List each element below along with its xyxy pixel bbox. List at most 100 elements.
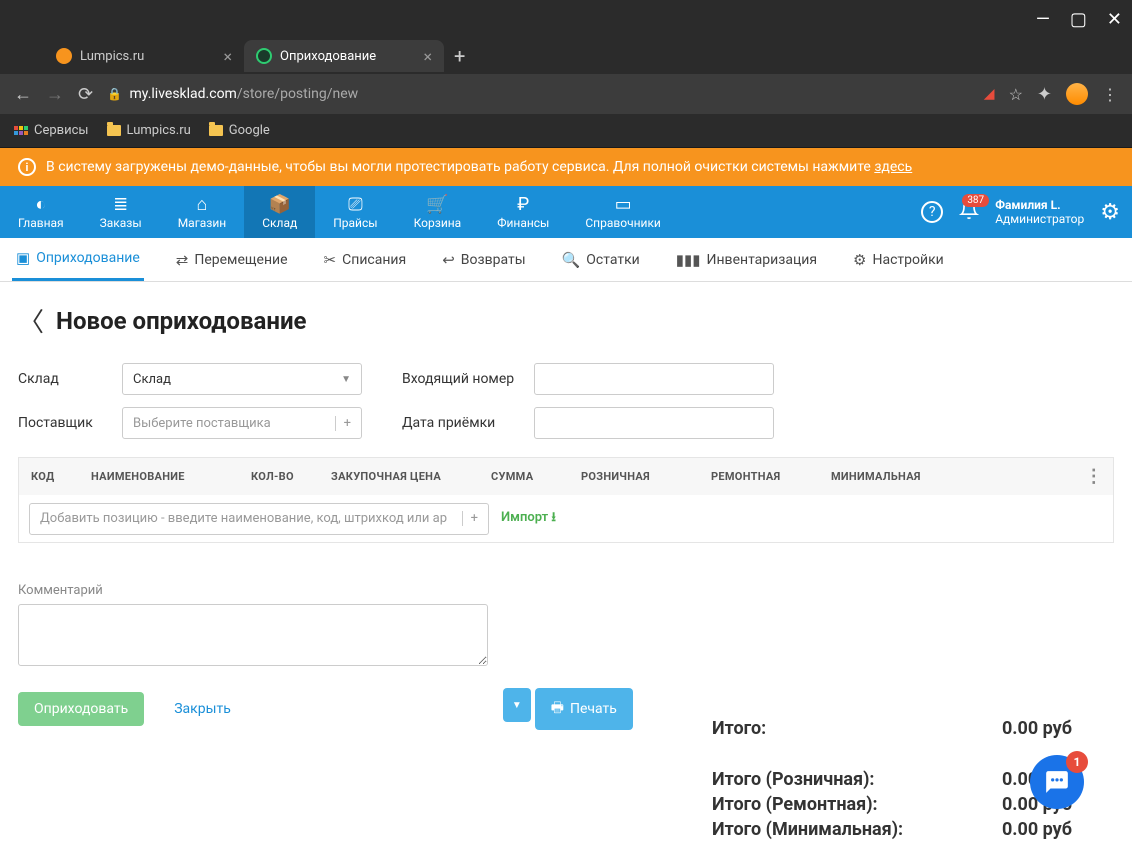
- date-input[interactable]: [534, 407, 774, 439]
- browser-tabs: Lumpics.ru × Оприходование × +: [0, 38, 1132, 74]
- page-title: Новое оприходование: [56, 307, 307, 335]
- total-value: 0.00 руб: [1002, 718, 1072, 739]
- total-label: Итого:: [712, 718, 766, 739]
- subnav-inventory[interactable]: ▮▮▮Инвентаризация: [672, 238, 821, 281]
- date-label: Дата приёмки: [402, 415, 518, 431]
- th-code: КОД: [19, 470, 79, 483]
- help-button[interactable]: ?: [921, 201, 943, 223]
- nav-reference[interactable]: ▭Справочники: [567, 186, 679, 238]
- subnav-posting[interactable]: ▣Оприходование: [12, 238, 144, 281]
- info-icon: i: [18, 158, 36, 176]
- submit-button[interactable]: Оприходовать: [18, 692, 144, 726]
- tag-icon: ⎚: [348, 194, 362, 214]
- nav-warehouse[interactable]: 📦Склад: [244, 186, 315, 238]
- close-window-button[interactable]: ✕: [1107, 9, 1122, 30]
- lock-icon: 🔒: [107, 87, 122, 101]
- nav-store[interactable]: ⌂Магазин: [160, 186, 245, 238]
- box-icon: 📦: [269, 194, 291, 214]
- th-min: МИНИМАЛЬНАЯ: [819, 470, 949, 483]
- nav-orders[interactable]: ≣Заказы: [82, 186, 160, 238]
- tab-title: Lumpics.ru: [80, 49, 144, 64]
- subnav-returns[interactable]: ↩Возвраты: [438, 238, 529, 281]
- tab-favicon: [256, 48, 272, 64]
- forward-button[interactable]: →: [46, 84, 64, 105]
- print-button[interactable]: 🖶Печать: [535, 688, 633, 730]
- scissors-icon: ✂: [324, 251, 337, 269]
- return-icon: ↩: [442, 251, 455, 269]
- notifications-button[interactable]: 387: [959, 200, 979, 225]
- clear-demo-link[interactable]: здесь: [874, 159, 912, 175]
- th-name: НАИМЕНОВАНИЕ: [79, 470, 239, 483]
- settings-icon[interactable]: ⚙: [1100, 200, 1120, 225]
- tab-title: Оприходование: [280, 49, 376, 64]
- minimize-button[interactable]: —: [1036, 9, 1050, 30]
- th-retail: РОЗНИЧНАЯ: [569, 470, 699, 483]
- import-button[interactable]: Импорт ⭳: [501, 508, 556, 530]
- totals-panel: Итого: 0.00 руб Итого (Розничная):0.00 р…: [712, 718, 1072, 844]
- tab-close-icon[interactable]: ×: [423, 47, 432, 66]
- extension-icon[interactable]: ◢: [984, 86, 995, 102]
- cart-icon: 🛒: [426, 194, 448, 214]
- folder-icon: [107, 125, 121, 136]
- bookmark-google[interactable]: Google: [209, 123, 270, 138]
- url-display[interactable]: 🔒 my.livesklad.com/store/posting/new: [107, 86, 970, 102]
- demo-data-notice: i В систему загружены демо-данные, чтобы…: [0, 148, 1132, 186]
- incoming-number-input[interactable]: [534, 363, 774, 395]
- print-dropdown-button[interactable]: ▼: [503, 688, 531, 722]
- nav-cart[interactable]: 🛒Корзина: [396, 186, 480, 238]
- profile-avatar[interactable]: [1066, 83, 1088, 105]
- back-button[interactable]: ←: [14, 84, 32, 105]
- bookmark-star-icon[interactable]: ☆: [1009, 85, 1023, 104]
- add-row: Добавить позицию - введите наименование,…: [18, 495, 1114, 543]
- table-more-button[interactable]: ⋮: [1075, 466, 1113, 487]
- th-purchase: ЗАКУПОЧНАЯ ЦЕНА: [319, 470, 479, 483]
- list-icon: ≣: [113, 194, 128, 214]
- book-icon: ▭: [615, 194, 632, 214]
- tab-lumpics[interactable]: Lumpics.ru ×: [44, 40, 244, 72]
- doc-icon: ▣: [16, 249, 30, 267]
- bookmark-lumpics[interactable]: Lumpics.ru: [107, 123, 191, 138]
- printer-icon: 🖶: [551, 697, 564, 721]
- maximize-button[interactable]: ▢: [1070, 9, 1087, 30]
- table-header: КОД НАИМЕНОВАНИЕ КОЛ-ВО ЗАКУПОЧНАЯ ЦЕНА …: [18, 457, 1114, 495]
- menu-icon[interactable]: ⋮: [1102, 85, 1118, 104]
- comment-label: Комментарий: [18, 583, 1114, 598]
- nav-prices[interactable]: ⎚Прайсы: [315, 186, 395, 238]
- th-repair: РЕМОНТНАЯ: [699, 470, 819, 483]
- gauge-icon: ◐: [35, 194, 46, 214]
- subnav-settings[interactable]: ⚙Настройки: [849, 238, 948, 281]
- extensions-icon[interactable]: ✦: [1037, 84, 1052, 105]
- tab-close-icon[interactable]: ×: [223, 47, 232, 66]
- gear-icon: ⚙: [853, 251, 866, 269]
- add-position-plus[interactable]: +: [462, 511, 478, 526]
- chat-badge: 1: [1066, 751, 1088, 773]
- close-button[interactable]: Закрыть: [158, 692, 247, 726]
- nav-home[interactable]: ◐Главная: [0, 186, 82, 238]
- store-icon: ⌂: [197, 194, 208, 214]
- new-tab-button[interactable]: +: [444, 44, 475, 68]
- bookmark-services[interactable]: Сервисы: [14, 123, 89, 138]
- bookmarks-bar: Сервисы Lumpics.ru Google: [0, 114, 1132, 148]
- user-menu[interactable]: Фамилия L. Администратор: [995, 198, 1084, 226]
- subnav-stock[interactable]: 🔍Остатки: [558, 238, 644, 281]
- warehouse-label: Склад: [18, 371, 106, 387]
- nav-finance[interactable]: ₽Финансы: [479, 186, 567, 238]
- address-bar: ← → ⟳ 🔒 my.livesklad.com/store/posting/n…: [0, 74, 1132, 114]
- warehouse-select[interactable]: Склад ▼: [122, 363, 362, 395]
- incoming-label: Входящий номер: [402, 371, 518, 387]
- window-titlebar: — ▢ ✕: [0, 0, 1132, 38]
- supplier-select[interactable]: Выберите поставщика +: [122, 407, 362, 439]
- comment-textarea[interactable]: [18, 604, 488, 666]
- chat-button[interactable]: 1: [1030, 755, 1084, 809]
- reload-button[interactable]: ⟳: [78, 84, 93, 105]
- subnav-transfer[interactable]: ⇄Перемещение: [172, 238, 292, 281]
- shuffle-icon: ⇄: [176, 251, 189, 269]
- subnav-writeoff[interactable]: ✂Списания: [320, 238, 411, 281]
- folder-icon: [209, 125, 223, 136]
- back-chevron-icon[interactable]: 〈: [18, 302, 44, 339]
- add-supplier-button[interactable]: +: [335, 416, 351, 431]
- th-qty: КОЛ-ВО: [239, 470, 319, 483]
- add-position-input[interactable]: Добавить позицию - введите наименование,…: [29, 503, 489, 535]
- tab-posting[interactable]: Оприходование ×: [244, 40, 444, 72]
- search-icon: 🔍: [562, 251, 581, 269]
